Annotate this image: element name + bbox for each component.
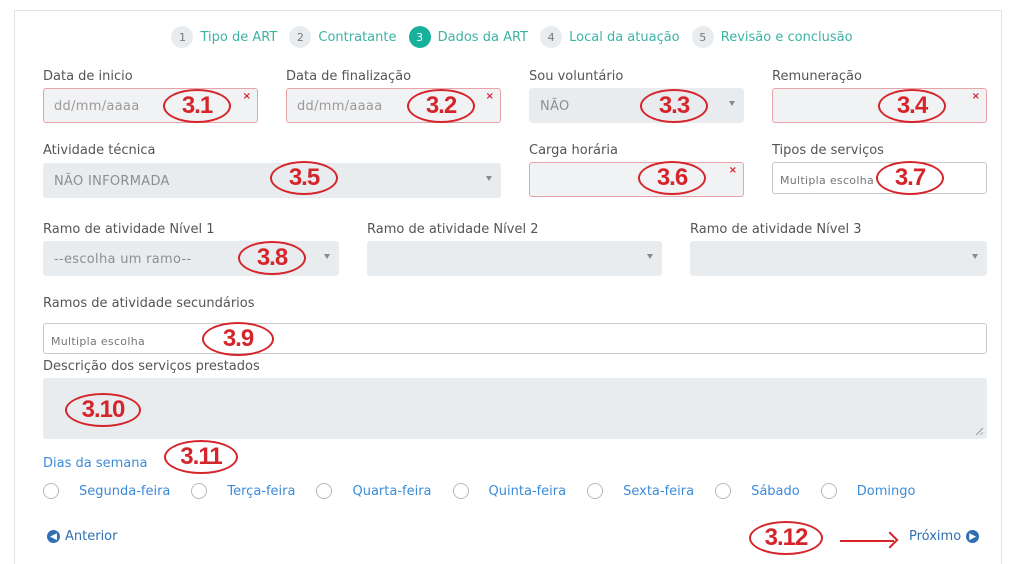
description-label: Descrição dos serviços prestados [43,359,260,374]
remuneration-label: Remuneração [772,69,862,84]
description-textarea[interactable] [43,378,987,439]
arrow-right-circle-icon: ▶ [966,530,980,543]
volunteer-label: Sou voluntário [529,69,624,84]
start-date-label: Data de inicio [43,69,133,84]
chevron-down-icon [972,254,978,259]
start-date-placeholder: dd/mm/aaaa [54,99,140,114]
radio-button[interactable] [587,483,604,499]
step-2[interactable]: 2 Contratante [289,26,396,48]
day-label: Sexta-feira [623,483,695,499]
step-5[interactable]: 5 Revisão e conclusão [691,26,853,48]
annotation-3-12: 3.12 [749,521,823,555]
technical-activity-label: Atividade técnica [43,143,156,158]
day-monday[interactable]: Segunda-feira [43,483,170,499]
step-1[interactable]: 1 Tipo de ART [171,26,277,48]
previous-button[interactable]: ◀ Anterior [47,529,117,544]
annotation-3-3: 3.3 [640,89,708,123]
radio-button[interactable] [191,483,208,499]
secondary-activities-placeholder: Multipla escolha [51,335,146,348]
step-label: Dados da ART [437,29,528,45]
clear-icon[interactable]: × [243,91,251,102]
annotation-3-10: 3.10 [65,393,141,427]
step-number: 3 [408,26,431,48]
annotation-3-2: 3.2 [407,89,475,123]
day-thursday[interactable]: Quinta-feira [452,483,567,499]
end-date-label: Data de finalização [286,69,412,84]
day-tuesday[interactable]: Terça-feira [191,483,295,499]
radio-button[interactable] [43,483,59,499]
day-label: Terça-feira [227,483,296,499]
day-saturday[interactable]: Sábado [715,483,800,499]
step-label: Local da atuação [569,29,680,45]
secondary-activities-label: Ramos de atividade secundários [43,296,255,311]
annotation-3-4: 3.4 [878,89,946,123]
annotation-3-7: 3.7 [876,161,944,195]
activity-level3-select[interactable] [690,241,987,276]
day-label: Quinta-feira [488,483,567,499]
end-date-placeholder: dd/mm/aaaa [297,99,383,114]
day-label: Segunda-feira [79,483,171,499]
volunteer-select[interactable]: NÃO [529,88,744,123]
next-label: Próximo [909,529,962,544]
step-number: 2 [289,26,312,48]
next-button[interactable]: Próximo ▶ [909,529,980,544]
volunteer-value: NÃO [540,99,570,114]
annotation-3-8: 3.8 [238,241,306,275]
day-label: Quarta-feira [352,483,432,499]
clear-icon[interactable]: × [729,165,737,176]
radio-button[interactable] [316,483,333,499]
day-label: Sábado [751,483,800,499]
workload-input[interactable]: × [529,162,744,197]
step-4[interactable]: 4 Local da atuação [540,26,680,48]
chevron-down-icon [324,254,330,259]
day-label: Domingo [856,483,916,499]
step-label: Revisão e conclusão [720,29,853,45]
service-types-label: Tipos de serviços [772,143,884,158]
day-sunday[interactable]: Domingo [820,483,916,499]
resize-handle[interactable] [976,428,983,435]
step-number: 5 [691,26,714,48]
workload-label: Carga horária [529,143,618,158]
activity-level2-select[interactable] [367,241,662,276]
activity-level2-label: Ramo de atividade Nível 2 [367,222,539,237]
activity-level1-label: Ramo de atividade Nível 1 [43,222,215,237]
chevron-down-icon [729,101,735,106]
step-label: Tipo de ART [200,29,278,45]
week-days-group: Segunda-feira Terça-feira Quarta-feira Q… [43,483,936,499]
radio-button[interactable] [715,483,732,499]
annotation-3-9: 3.9 [202,322,274,356]
stepper: 1 Tipo de ART 2 Contratante 3 Dados da ART … [0,26,1024,48]
step-number: 4 [540,26,563,48]
clear-icon[interactable]: × [486,91,494,102]
radio-button[interactable] [452,483,469,499]
annotation-3-5: 3.5 [270,161,338,195]
secondary-activities-input[interactable]: Multipla escolha [43,323,987,354]
week-days-title: Dias da semana [43,456,148,471]
technical-activity-value: NÃO INFORMADA [54,174,170,189]
previous-label: Anterior [65,529,118,544]
activity-level3-label: Ramo de atividade Nível 3 [690,222,862,237]
annotation-3-6: 3.6 [638,161,706,195]
annotation-3-1: 3.1 [163,89,231,123]
chevron-down-icon [486,176,492,181]
arrow-left-circle-icon: ◀ [47,530,60,543]
step-label: Contratante [318,29,397,45]
day-friday[interactable]: Sexta-feira [587,483,694,499]
step-number: 1 [171,26,194,48]
step-3[interactable]: 3 Dados da ART [408,26,528,48]
day-wednesday[interactable]: Quarta-feira [316,483,432,499]
annotation-3-11: 3.11 [164,440,238,474]
activity-level1-value: --escolha um ramo-- [54,252,192,267]
service-types-placeholder: Multipla escolha [780,174,875,187]
chevron-down-icon [647,254,653,259]
radio-button[interactable] [820,483,837,499]
clear-icon[interactable]: × [972,91,980,102]
